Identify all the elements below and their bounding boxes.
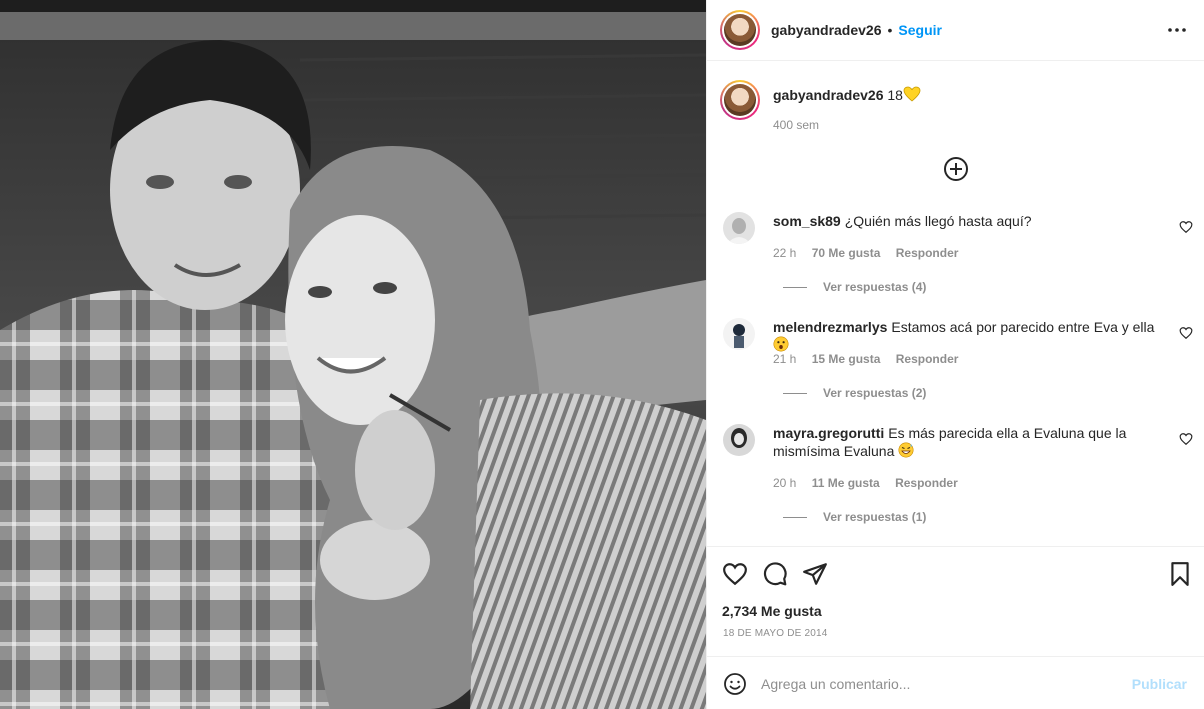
more-horizontal-icon[interactable] (1167, 20, 1187, 40)
author-avatar[interactable] (720, 10, 760, 50)
comment-like-heart-icon[interactable] (1179, 432, 1193, 446)
view-replies-label: Ver respuestas (4) (823, 280, 927, 294)
add-comment-bar: Publicar (707, 656, 1204, 709)
yellow-heart-icon (903, 86, 921, 102)
comment-icon[interactable] (762, 561, 788, 587)
comment-meta: 20 h 11 Me gusta Responder (773, 476, 970, 490)
comment-time: 20 h (773, 476, 797, 490)
replies-divider-line (783, 516, 807, 518)
follow-button[interactable]: Seguir (898, 22, 942, 38)
caption-text-line: gabyandradev26 18 (773, 86, 921, 103)
replies-divider-line (783, 286, 807, 288)
heart-icon[interactable] (722, 561, 748, 587)
comment-time: 22 h (773, 246, 797, 260)
likes-count[interactable]: 2,734 Me gusta (722, 603, 822, 619)
grinning-sweat-face-icon (898, 442, 914, 458)
share-icon[interactable] (802, 561, 828, 587)
bookmark-icon[interactable] (1167, 561, 1193, 587)
view-replies-button[interactable]: Ver respuestas (2) (763, 386, 926, 400)
view-replies-label: Ver respuestas (2) (823, 386, 927, 400)
comment-meta: 22 h 70 Me gusta Responder (773, 246, 970, 260)
comment-text-block: mayra.gregorutti Es más parecida ella a E… (773, 424, 1158, 460)
comment-text: Estamos acá por parecido entre Eva y ell… (891, 319, 1155, 335)
comment-username[interactable]: mayra.gregorutti (773, 425, 884, 441)
comment-likes[interactable]: 15 Me gusta (812, 352, 881, 366)
post-header: gabyandradev26 • Seguir (707, 0, 1204, 61)
comment-likes[interactable]: 11 Me gusta (812, 476, 880, 490)
comment-likes[interactable]: 70 Me gusta (812, 246, 881, 260)
commenter-avatar[interactable] (723, 318, 755, 350)
reply-button[interactable]: Responder (896, 246, 959, 260)
view-replies-label: Ver respuestas (1) (823, 510, 927, 524)
publish-button[interactable]: Publicar (1132, 676, 1187, 692)
comment-input[interactable] (761, 669, 1121, 699)
comment-meta: 21 h 15 Me gusta Responder (773, 352, 970, 366)
comment-text-block: som_sk89 ¿Quién más llegó hasta aquí? (773, 212, 1158, 230)
comment-text-block: melendrezmarlys Estamos acá por parecido … (773, 318, 1158, 354)
comment-username[interactable]: melendrezmarlys (773, 319, 887, 335)
author-username[interactable]: gabyandradev26 (771, 22, 882, 38)
caption-avatar[interactable] (720, 80, 760, 120)
commenter-avatar[interactable] (723, 212, 755, 244)
emoji-icon[interactable] (723, 672, 747, 696)
post-date: 18 DE MAYO DE 2014 (723, 628, 828, 639)
commenter-avatar[interactable] (723, 424, 755, 456)
astonished-face-icon (773, 336, 789, 352)
comment-time: 21 h (773, 352, 797, 366)
replies-divider-line (783, 392, 807, 394)
view-replies-button[interactable]: Ver respuestas (1) (763, 510, 926, 524)
reply-button[interactable]: Responder (896, 352, 959, 366)
caption-text: 18 (887, 87, 903, 103)
plus-circle-icon[interactable] (943, 156, 969, 182)
comment-text: ¿Quién más llegó hasta aquí? (844, 213, 1032, 229)
post-photo[interactable] (0, 0, 706, 709)
reply-button[interactable]: Responder (895, 476, 958, 490)
view-replies-button[interactable]: Ver respuestas (4) (763, 280, 926, 294)
comment-like-heart-icon[interactable] (1179, 220, 1193, 234)
separator-dot: • (887, 22, 893, 38)
post-actions: 2,734 Me gusta 18 DE MAYO DE 2014 (707, 546, 1204, 656)
comment-like-heart-icon[interactable] (1179, 326, 1193, 340)
post-photo-image (0, 0, 706, 709)
post-side-panel: gabyandradev26 • Seguir gabyandradev26 1… (706, 0, 1204, 709)
comment-username[interactable]: som_sk89 (773, 213, 841, 229)
caption-time: 400 sem (773, 118, 820, 132)
caption-username[interactable]: gabyandradev26 (773, 87, 884, 103)
